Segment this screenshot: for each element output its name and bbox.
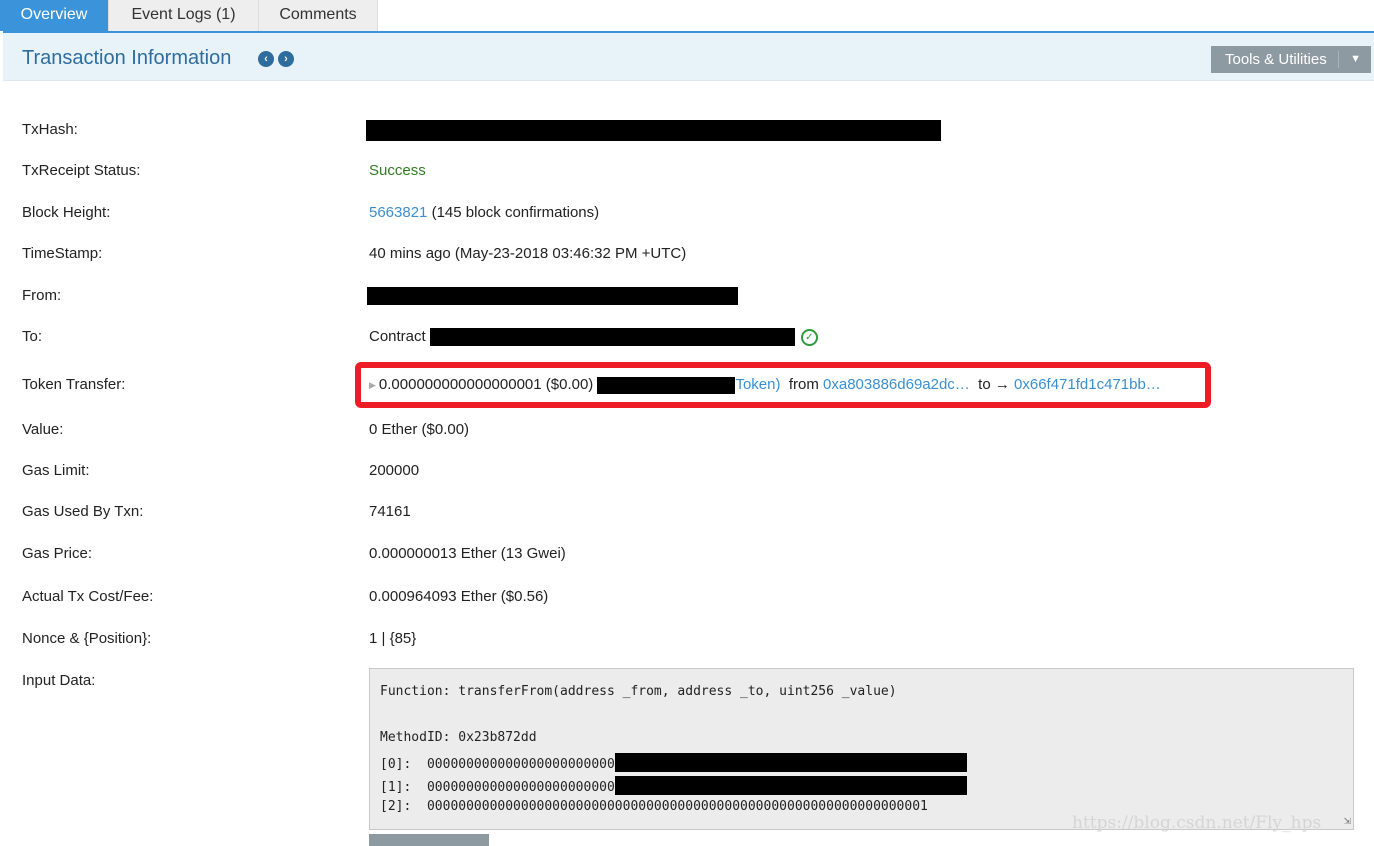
- caret-down-icon: ▼: [1350, 53, 1361, 65]
- token-to-address-link[interactable]: 0x66f471fd1c471bb…: [1014, 376, 1161, 393]
- txhash-label: TxHash:: [22, 121, 78, 138]
- param-2-line: [2]: 00000000000000000000000000000000000…: [380, 799, 928, 814]
- value-value: 0 Ether ($0.00): [369, 421, 470, 438]
- value-label: Value:: [22, 421, 64, 438]
- gas-price-label: Gas Price:: [22, 545, 93, 562]
- token-from-address-link[interactable]: 0xa803886d69a2dc…: [823, 376, 970, 393]
- to-value: Contract ✓: [369, 325, 818, 349]
- tools-utilities-label: Tools & Utilities: [1225, 51, 1327, 68]
- token-transfer-row: Token Transfer: ▶ 0.000000000000000001 ($…: [0, 373, 1374, 397]
- txhash-value: [366, 118, 941, 142]
- nonce-label: Nonce & {Position}:: [22, 630, 152, 647]
- tx-cost-label: Actual Tx Cost/Fee:: [22, 588, 154, 605]
- token-name-link[interactable]: Token): [735, 376, 780, 393]
- param-1-line: [1]: 000000000000000000000000: [380, 776, 967, 795]
- gas-limit-row: Gas Limit: 200000: [0, 459, 1374, 483]
- to-word: to →: [978, 376, 1010, 393]
- from-row: From:: [0, 284, 1374, 308]
- redacted-block: [367, 287, 738, 306]
- status-row: TxReceipt Status: Success: [0, 159, 1374, 183]
- param-0-text: [0]: 000000000000000000000000: [380, 757, 615, 772]
- convert-button[interactable]: [369, 834, 489, 846]
- gas-limit-value: 200000: [369, 462, 420, 479]
- status-value: Success: [369, 162, 426, 179]
- from-word: from: [788, 376, 819, 393]
- timestamp-label: TimeStamp:: [22, 245, 103, 262]
- redacted-block: [366, 119, 941, 141]
- method-id-line: MethodID: 0x23b872dd: [380, 730, 537, 745]
- input-data-label: Input Data:: [22, 672, 96, 689]
- page-title: Transaction Information: [22, 47, 232, 69]
- param-0-line: [0]: 000000000000000000000000: [380, 753, 967, 772]
- resize-handle-icon[interactable]: ⇲: [1344, 813, 1351, 827]
- panel-header: Transaction Information ‹ › Tools & Util…: [3, 31, 1374, 81]
- gas-price-row: Gas Price: 0.000000013 Ether (13 Gwei): [0, 542, 1374, 566]
- tx-cost-value: 0.000964093 Ether ($0.56): [369, 588, 549, 605]
- block-height-row: Block Height: 5663821 (145 block confirm…: [0, 201, 1374, 225]
- verified-check-icon: ✓: [800, 328, 818, 346]
- gas-limit-label: Gas Limit:: [22, 462, 90, 479]
- timestamp-row: TimeStamp: 40 mins ago (May-23-2018 03:4…: [0, 242, 1374, 266]
- txhash-row: TxHash:: [0, 118, 1374, 142]
- token-transfer-value: ▶ 0.000000000000000001 ($0.00) Token) fro…: [369, 373, 1161, 397]
- gas-price-value: 0.000000013 Ether (13 Gwei): [369, 545, 566, 562]
- previous-tx-icon[interactable]: ‹: [258, 51, 274, 67]
- token-amount: 0.000000000000000001 ($0.00): [378, 376, 598, 393]
- input-data-textarea[interactable]: Function: transferFrom(address _from, ad…: [369, 668, 1354, 830]
- block-number-link[interactable]: 5663821: [369, 204, 427, 221]
- tab-comments[interactable]: Comments: [259, 0, 378, 31]
- status-label: TxReceipt Status:: [22, 162, 141, 179]
- param-1-text: [1]: 000000000000000000000000: [380, 780, 615, 795]
- expand-triangle-icon[interactable]: ▶: [369, 380, 376, 390]
- from-value: [367, 284, 738, 308]
- tab-overview[interactable]: Overview: [0, 0, 109, 31]
- redacted-block: [614, 776, 967, 795]
- divider: [1338, 51, 1339, 68]
- value-row: Value: 0 Ether ($0.00): [0, 418, 1374, 442]
- block-height-value: 5663821 (145 block confirmations): [369, 201, 599, 225]
- tab-event-logs[interactable]: Event Logs (1): [109, 0, 259, 31]
- watermark: https://blog.csdn.net/Fly_hps: [1072, 813, 1322, 833]
- nonce-value: 1 | {85}: [369, 630, 417, 647]
- next-tx-icon[interactable]: ›: [278, 51, 294, 67]
- gas-used-row: Gas Used By Txn: 74161: [0, 500, 1374, 524]
- block-height-label: Block Height:: [22, 204, 111, 221]
- to-row: To: Contract ✓: [0, 325, 1374, 349]
- token-transfer-label: Token Transfer:: [22, 376, 126, 393]
- function-line: Function: transferFrom(address _from, ad…: [380, 684, 897, 699]
- block-confirmations: (145 block confirmations): [427, 204, 600, 221]
- gas-used-label: Gas Used By Txn:: [22, 503, 144, 520]
- tx-navigation: ‹ ›: [258, 51, 294, 67]
- tab-bar: Overview Event Logs (1) Comments: [0, 0, 378, 31]
- tx-cost-row: Actual Tx Cost/Fee: 0.000964093 Ether ($…: [0, 585, 1374, 609]
- to-label: To:: [22, 328, 43, 345]
- nonce-row: Nonce & {Position}: 1 | {85}: [0, 627, 1374, 651]
- timestamp-value: 40 mins ago (May-23-2018 03:46:32 PM +UT…: [369, 245, 687, 262]
- redacted-block: [429, 328, 795, 347]
- redacted-block: [597, 376, 736, 394]
- from-label: From:: [22, 287, 62, 304]
- contract-prefix: Contract: [369, 328, 430, 345]
- redacted-block: [614, 753, 967, 772]
- gas-used-value: 74161: [369, 503, 411, 520]
- tools-utilities-button[interactable]: Tools & Utilities ▼: [1211, 46, 1371, 73]
